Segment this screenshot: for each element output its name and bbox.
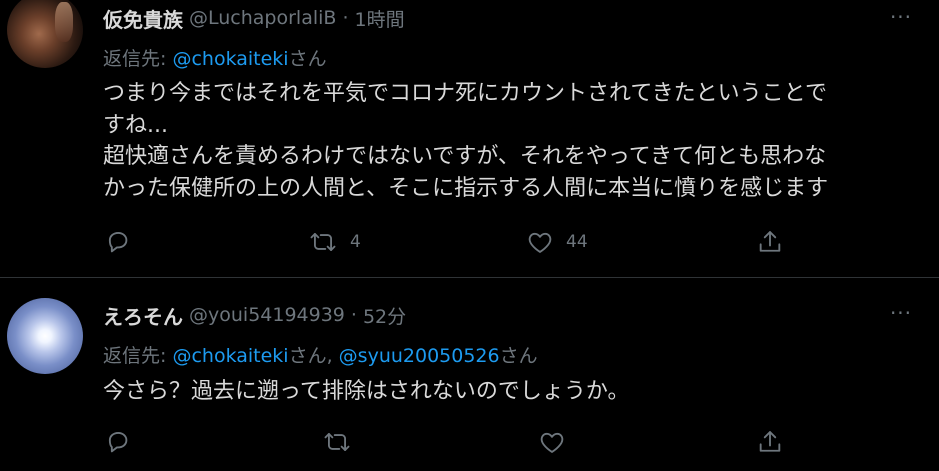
- reply-icon: [108, 231, 128, 253]
- timestamp[interactable]: 1時間: [354, 5, 404, 32]
- tweet-actions: [0, 427, 939, 457]
- tweet-text-line: つまり今まではそれを平気でコロナ死にカウントされてきたということで: [103, 81, 828, 106]
- replying-to: 返信先: @chokaitekiさん: [103, 44, 327, 71]
- tweet-text-line: 今さら？過去に遡って排除はされないのでしょうか。: [103, 379, 630, 404]
- retweet-count: 4: [350, 232, 361, 252]
- share-icon: [759, 431, 781, 452]
- tweet-text: つまり今まではそれを平気でコロナ死にカウントされてきたということで すね... …: [103, 78, 923, 204]
- replying-to-label: 返信先:: [103, 345, 173, 367]
- more-icon[interactable]: ···: [886, 303, 916, 323]
- like-button[interactable]: 44: [526, 227, 588, 257]
- reply-button[interactable]: [104, 227, 132, 257]
- honorific: さん: [288, 48, 327, 70]
- tweet-text-line: 超快適さんを責めるわけではないですが、それをやってきて何とも思わな: [103, 144, 827, 169]
- tweet-text-line: かった保健所の上の人間と、そこに指示する人間に本当に憤りを感じます: [103, 175, 829, 201]
- mention-link[interactable]: @chokaiteki: [172, 345, 288, 367]
- share-button[interactable]: [756, 227, 784, 257]
- tweet-header: えろそん @youi54194939 · 52分: [103, 301, 406, 330]
- heart-icon: [528, 232, 552, 253]
- more-icon[interactable]: ···: [886, 7, 916, 27]
- display-name[interactable]: 仮免貴族: [103, 4, 183, 33]
- reply-button[interactable]: [104, 427, 132, 457]
- separator-dot: ·: [342, 7, 349, 29]
- avatar[interactable]: [7, 298, 83, 374]
- user-handle[interactable]: @youi54194939: [189, 304, 345, 326]
- tweet-text: 今さら？過去に遡って排除はされないのでしょうか。: [103, 376, 923, 408]
- timestamp[interactable]: 52分: [363, 302, 406, 329]
- heart-icon: [540, 432, 564, 453]
- replying-to-label: 返信先:: [103, 48, 173, 70]
- like-count: 44: [566, 232, 588, 252]
- retweet-button[interactable]: [322, 427, 352, 457]
- retweet-icon: [310, 233, 336, 252]
- retweet-button[interactable]: 4: [308, 227, 361, 257]
- tweet-text-line: すね...: [103, 112, 168, 138]
- retweet-icon: [324, 433, 350, 451]
- separator-dot: ·: [350, 304, 357, 326]
- share-button[interactable]: [756, 427, 784, 457]
- avatar[interactable]: [7, 0, 83, 68]
- mention-link[interactable]: @chokaiteki: [172, 48, 288, 70]
- replying-to: 返信先: @chokaitekiさん, @syuu20050526さん: [103, 341, 538, 368]
- tweet-divider: [0, 277, 939, 278]
- reply-icon: [108, 431, 128, 453]
- tweet-actions: 4 44: [0, 227, 939, 257]
- share-icon: [759, 231, 781, 252]
- honorific: さん: [499, 345, 538, 367]
- tweet-header: 仮免貴族 @LuchaporlaliB · 1時間: [103, 4, 405, 33]
- mention-link[interactable]: @syuu20050526: [339, 345, 500, 367]
- display-name[interactable]: えろそん: [103, 301, 183, 330]
- user-handle[interactable]: @LuchaporlaliB: [189, 7, 336, 29]
- like-button[interactable]: [538, 427, 566, 457]
- honorific: さん,: [288, 345, 339, 367]
